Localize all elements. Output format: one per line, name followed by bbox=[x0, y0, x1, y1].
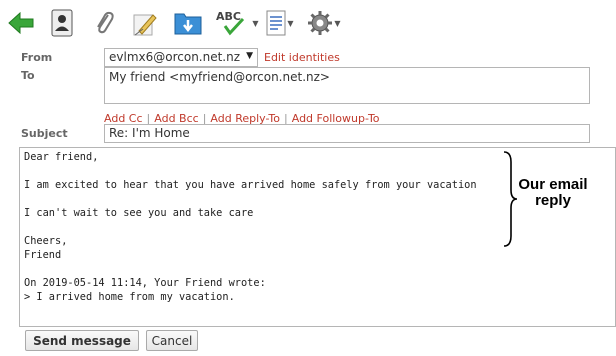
message-body-editor[interactable]: Dear friend, I am excited to hear that y… bbox=[19, 147, 616, 327]
attachment-icon[interactable] bbox=[90, 7, 118, 39]
subject-label: Subject bbox=[21, 127, 68, 140]
addressbook-icon[interactable] bbox=[48, 7, 76, 39]
to-value: My friend <myfriend@orcon.net.nz> bbox=[109, 70, 330, 84]
from-label: From bbox=[21, 51, 53, 64]
list-icon[interactable]: ▼ bbox=[264, 7, 296, 39]
from-select[interactable]: evlmx6@orcon.net.nz ▼ bbox=[104, 48, 258, 67]
signature-icon[interactable] bbox=[130, 7, 160, 39]
chevron-down-icon: ▼ bbox=[334, 18, 341, 28]
save-icon[interactable] bbox=[172, 7, 204, 39]
to-label: To bbox=[21, 69, 35, 82]
back-arrow-icon[interactable] bbox=[6, 7, 36, 39]
chevron-down-icon: ▼ bbox=[287, 18, 294, 28]
subject-input[interactable]: Re: I'm Home bbox=[104, 124, 590, 143]
edit-identities-link[interactable]: Edit identities bbox=[264, 51, 340, 64]
to-field[interactable]: My friend <myfriend@orcon.net.nz> bbox=[104, 67, 590, 104]
annotation-text: Our email reply bbox=[518, 176, 588, 209]
chevron-down-icon: ▼ bbox=[246, 51, 253, 61]
subject-value: Re: I'm Home bbox=[109, 126, 190, 140]
spellcheck-icon[interactable]: ABC ▼ bbox=[214, 7, 260, 39]
send-message-button[interactable]: Send message bbox=[25, 330, 139, 351]
svg-text:ABC: ABC bbox=[216, 10, 241, 23]
chevron-down-icon: ▼ bbox=[252, 18, 259, 28]
message-body-text: Dear friend, I am excited to hear that y… bbox=[24, 151, 477, 303]
from-value: evlmx6@orcon.net.nz bbox=[109, 50, 241, 64]
gear-icon[interactable]: ▼ bbox=[306, 7, 342, 39]
cancel-button[interactable]: Cancel bbox=[146, 330, 198, 351]
